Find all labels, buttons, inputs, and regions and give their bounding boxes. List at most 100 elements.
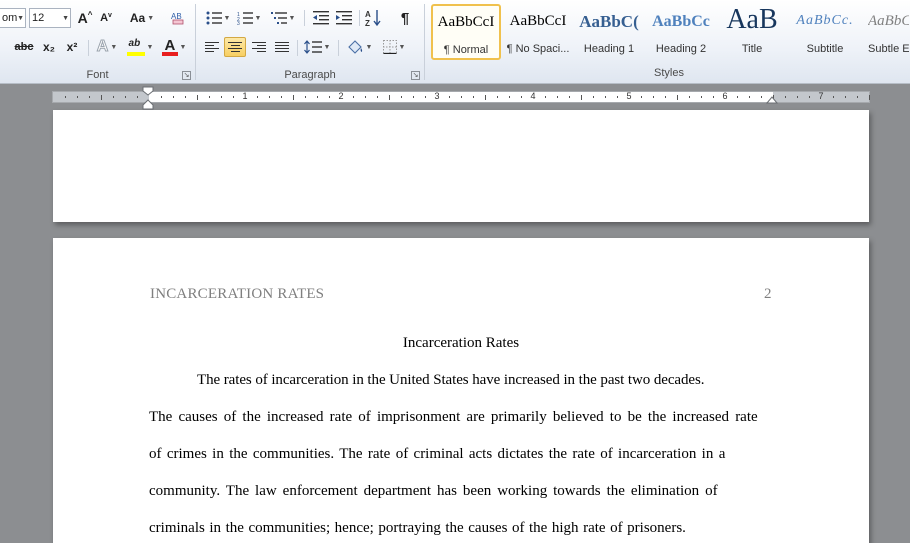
- decrease-indent-icon: [313, 11, 329, 25]
- align-left-button[interactable]: [201, 37, 223, 57]
- font-group-label: Font: [86, 69, 109, 81]
- body-line[interactable]: criminals in the communities; hence; por…: [149, 520, 769, 537]
- chevron-down-icon: ▼: [398, 43, 406, 51]
- ruler-tick: [581, 95, 582, 100]
- ruler-tick: [665, 96, 666, 98]
- ruler-tick: [737, 96, 738, 98]
- chevron-down-icon: ▼: [323, 43, 331, 51]
- decrease-indent-button[interactable]: [310, 8, 332, 28]
- ruler-number: 7: [818, 91, 824, 101]
- page-1[interactable]: [53, 110, 869, 222]
- style-subtle-emphasis[interactable]: AaBbCc Subtle E: [861, 4, 910, 60]
- ruler-tick: [173, 96, 174, 98]
- line-spacing-button[interactable]: ▼: [302, 37, 332, 57]
- sort-button[interactable]: AZ: [362, 8, 384, 28]
- body-line[interactable]: of crimes in the communities. The rate o…: [149, 446, 769, 463]
- svg-text:A: A: [365, 10, 371, 19]
- grow-font-button[interactable]: A ^: [75, 8, 95, 28]
- text-effects-button[interactable]: A ▼: [93, 37, 121, 57]
- show-formatting-marks-button[interactable]: ¶: [395, 8, 415, 28]
- font-name-combo[interactable]: om ▼: [0, 8, 26, 28]
- ruler-tick: [449, 96, 450, 98]
- numbering-button[interactable]: 1 2 3 ▼: [234, 8, 264, 28]
- style-sample: AaBbCcI: [437, 14, 495, 30]
- ruler-tick: [401, 96, 402, 98]
- bullets-button[interactable]: ▼: [204, 8, 232, 28]
- font-name-value: om: [2, 12, 18, 24]
- document-title[interactable]: Incarceration Rates: [53, 335, 869, 352]
- paragraph-dialog-launcher-icon[interactable]: ↘: [411, 71, 420, 80]
- style-no-spacing[interactable]: AaBbCcI ¶ No Spaci...: [503, 4, 573, 60]
- ruler-tick: [233, 96, 234, 98]
- borders-button[interactable]: ▼: [379, 37, 409, 57]
- shading-button[interactable]: ▼: [344, 37, 374, 57]
- ruler-number: 6: [722, 91, 728, 101]
- change-case-button[interactable]: Aa ▼: [128, 8, 156, 28]
- ruler-tick: [809, 96, 810, 98]
- style-sample: AaBbCc: [652, 13, 710, 30]
- font-color-button[interactable]: A ▼: [158, 37, 190, 57]
- body-line[interactable]: The causes of the increased rate of impr…: [149, 409, 769, 426]
- style-heading-2[interactable]: AaBbCc Heading 2: [646, 4, 716, 60]
- header-page-number: 2: [764, 286, 772, 302]
- highlight-button[interactable]: ab ▼: [124, 37, 156, 57]
- ruler-tick: [89, 96, 90, 98]
- justify-button[interactable]: [271, 37, 293, 57]
- ruler-tick: [137, 96, 138, 98]
- align-center-button[interactable]: [224, 37, 246, 57]
- highlight-label: ab: [128, 38, 141, 49]
- superscript-icon: x²: [66, 40, 78, 54]
- style-name: Title: [741, 43, 763, 55]
- multilevel-list-button[interactable]: ▼: [268, 8, 298, 28]
- font-size-combo[interactable]: 12 ▼: [29, 8, 71, 28]
- font-color-bar: [161, 52, 178, 56]
- ruler-number: 1: [242, 91, 248, 101]
- ruler-tick: [713, 96, 714, 98]
- highlight-color-bar: [126, 52, 145, 56]
- ruler-tick: [101, 95, 102, 100]
- page-2[interactable]: INCARCERATION RATES 2 Incarceration Rate…: [53, 238, 869, 543]
- grow-font-icon: A: [77, 10, 88, 26]
- ruler-tick: [569, 96, 570, 98]
- ruler-tick: [557, 96, 558, 98]
- font-dialog-launcher-icon[interactable]: ↘: [182, 71, 191, 80]
- ruler-tick: [785, 96, 786, 98]
- font-color-icon: A: [161, 37, 178, 56]
- style-sample: AaBbCcI: [509, 13, 567, 29]
- increase-indent-button[interactable]: [333, 8, 355, 28]
- style-title[interactable]: AaB Title: [717, 4, 787, 60]
- body-line[interactable]: The rates of incarceration in the United…: [197, 372, 817, 389]
- ruler-tick: [113, 96, 114, 98]
- first-line-indent-marker-icon[interactable]: [142, 86, 154, 110]
- strikethrough-button[interactable]: abc: [12, 37, 36, 57]
- divider: [359, 10, 360, 26]
- style-heading-1[interactable]: AaBbC( Heading 1: [574, 4, 644, 60]
- ruler-tick: [365, 96, 366, 98]
- style-name: Subtitle: [806, 43, 844, 55]
- style-subtitle[interactable]: AaBbCc. Subtitle: [790, 4, 860, 60]
- clear-formatting-button[interactable]: AB: [168, 8, 188, 28]
- ruler-tick: [317, 96, 318, 98]
- style-sample: AaB: [726, 4, 778, 35]
- ruler-number: 4: [530, 91, 536, 101]
- shrink-font-icon: A: [100, 12, 109, 24]
- chevron-down-icon: ▼: [365, 43, 373, 51]
- grow-arrow-icon: ^: [87, 9, 93, 19]
- ruler-number: 3: [434, 91, 440, 101]
- style-name: ¶ Normal: [443, 44, 489, 56]
- chevron-down-icon: ▼: [17, 14, 24, 22]
- increase-indent-icon: [336, 11, 352, 25]
- right-indent-marker-icon[interactable]: [766, 92, 778, 104]
- ruler-tick: [125, 96, 126, 98]
- ruler-tick: [485, 95, 486, 100]
- horizontal-ruler[interactable]: 1 2 3 4 5 6 7: [52, 91, 870, 103]
- superscript-button[interactable]: x²: [62, 37, 82, 57]
- ruler-tick: [677, 95, 678, 100]
- shrink-font-button[interactable]: Av: [97, 8, 115, 28]
- align-right-button[interactable]: [248, 37, 270, 57]
- chevron-down-icon: ▼: [223, 14, 231, 22]
- style-normal[interactable]: AaBbCcI ¶ Normal: [431, 4, 501, 60]
- subscript-button[interactable]: x₂: [39, 37, 59, 57]
- body-line[interactable]: community. The law enforcement departmen…: [149, 483, 769, 500]
- ruler-tick: [521, 96, 522, 98]
